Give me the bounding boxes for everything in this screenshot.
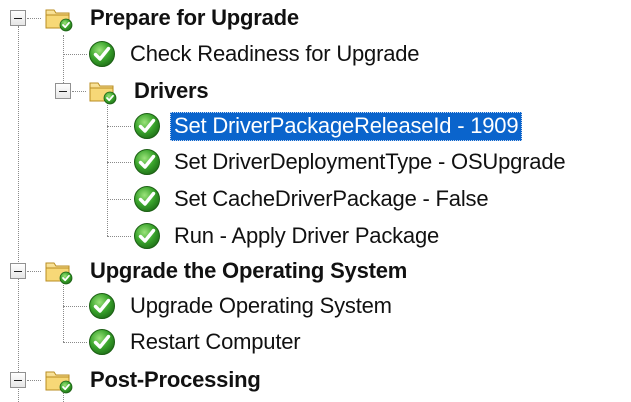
tree-node-upgrade-operating-system[interactable]: Upgrade Operating System — [126, 288, 396, 324]
tree-connector — [18, 26, 19, 402]
tree-node-set-driverpackagereleaseid[interactable]: Set DriverPackageReleaseId - 1909 — [170, 108, 523, 144]
task-sequence-tree: Prepare for Upgrade Check Readiness for … — [0, 0, 631, 402]
collapse-button[interactable] — [10, 372, 26, 388]
tree-node-label: Upgrade the Operating System — [90, 257, 408, 283]
tree-connector — [63, 306, 87, 307]
green-check-icon — [88, 292, 116, 320]
folder-check-icon — [44, 4, 74, 32]
tree-node-check-readiness[interactable]: Check Readiness for Upgrade — [126, 36, 423, 72]
tree-node-label: Set DriverPackageReleaseId - 1909 — [170, 111, 523, 141]
tree-node-label: Restart Computer — [130, 328, 301, 354]
tree-node-label: Post-Processing — [90, 366, 261, 392]
tree-node-upgrade-the-operating-system[interactable]: Upgrade the Operating System — [86, 253, 411, 289]
folder-check-icon — [44, 257, 74, 285]
tree-node-restart-computer[interactable]: Restart Computer — [126, 324, 304, 360]
tree-connector — [63, 280, 64, 342]
folder-check-icon — [88, 77, 118, 105]
tree-node-label: Set CacheDriverPackage - False — [174, 185, 489, 211]
tree-connector — [63, 342, 87, 343]
collapse-button[interactable] — [10, 10, 26, 26]
green-check-icon — [133, 148, 161, 176]
tree-connector — [107, 236, 131, 237]
tree-node-label: Run - Apply Driver Package — [174, 222, 440, 248]
green-check-icon — [133, 222, 161, 250]
tree-node-run-apply-driver-package[interactable]: Run - Apply Driver Package — [170, 218, 443, 254]
tree-connector — [63, 54, 87, 55]
tree-node-label: Upgrade Operating System — [130, 292, 392, 318]
tree-connector — [27, 18, 41, 19]
collapse-button[interactable] — [55, 83, 71, 99]
tree-node-drivers[interactable]: Drivers — [130, 73, 212, 109]
tree-connector — [107, 162, 131, 163]
tree-node-set-cachedriverpackage[interactable]: Set CacheDriverPackage - False — [170, 181, 492, 217]
green-check-icon — [88, 328, 116, 356]
green-check-icon — [88, 40, 116, 68]
tree-connector — [107, 100, 108, 236]
tree-connector — [107, 199, 131, 200]
collapse-button[interactable] — [10, 263, 26, 279]
green-check-icon — [133, 185, 161, 213]
tree-node-prepare-for-upgrade[interactable]: Prepare for Upgrade — [86, 0, 303, 36]
tree-connector — [27, 271, 41, 272]
tree-connector — [72, 91, 86, 92]
folder-check-icon — [44, 366, 74, 394]
tree-node-label: Check Readiness for Upgrade — [130, 40, 420, 66]
tree-node-label: Set DriverDeploymentType - OSUpgrade — [174, 148, 566, 174]
tree-connector — [27, 380, 41, 381]
tree-connector — [107, 126, 131, 127]
tree-node-post-processing[interactable]: Post-Processing — [86, 362, 265, 398]
green-check-icon — [133, 112, 161, 140]
tree-node-set-driverdeploymenttype[interactable]: Set DriverDeploymentType - OSUpgrade — [170, 144, 569, 180]
tree-node-label: Prepare for Upgrade — [90, 4, 299, 30]
tree-node-label: Drivers — [134, 77, 209, 103]
